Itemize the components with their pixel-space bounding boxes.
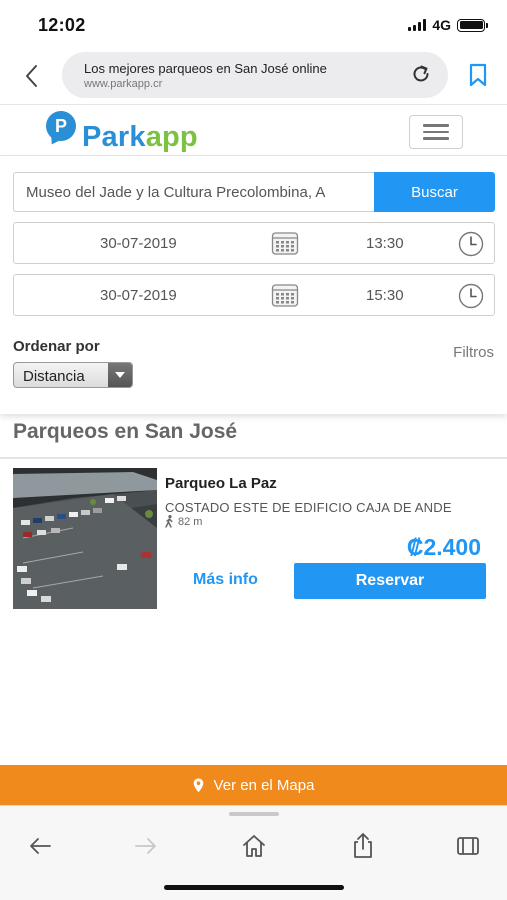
status-indicators: 4G xyxy=(408,17,488,33)
more-info-link[interactable]: Más info xyxy=(193,571,258,589)
parking-photo[interactable] xyxy=(13,468,157,609)
sort-select[interactable]: Distancia xyxy=(13,362,133,388)
chevron-left-icon[interactable] xyxy=(18,62,44,90)
menu-toggle-button[interactable] xyxy=(409,115,463,149)
map-pin-icon xyxy=(193,778,203,792)
calendar-icon[interactable] xyxy=(271,282,299,308)
url-field[interactable]: Los mejores parqueos en San José online … xyxy=(62,52,448,98)
calendar-icon[interactable] xyxy=(271,230,299,256)
destination-input[interactable] xyxy=(13,172,374,212)
back-arrow-icon[interactable] xyxy=(26,832,54,860)
tabs-icon[interactable] xyxy=(454,832,482,860)
page-title: Los mejores parqueos en San José online xyxy=(84,61,327,76)
section-divider xyxy=(0,457,507,459)
share-icon[interactable] xyxy=(349,832,377,860)
logo-word-park: Park xyxy=(82,120,146,153)
clock-icon[interactable] xyxy=(458,231,484,257)
parking-distance-value: 82 m xyxy=(178,515,203,528)
results-section-title: Parqueos en San José xyxy=(13,420,238,443)
reserve-button[interactable]: Reservar xyxy=(294,563,486,599)
sort-selected-value: Distancia xyxy=(23,368,85,385)
search-button[interactable]: Buscar xyxy=(374,172,495,212)
logo-word-app: app xyxy=(145,120,198,153)
exit-date[interactable]: 30-07-2019 xyxy=(100,287,177,304)
battery-icon xyxy=(457,18,488,32)
search-panel: Buscar 30-07-2019 13:30 30-07-2019 xyxy=(0,156,507,414)
bookmark-icon[interactable] xyxy=(467,62,489,88)
filters-link[interactable]: Filtros xyxy=(453,344,494,361)
parking-address: COSTADO ESTE DE EDIFICIO CAJA DE ANDE xyxy=(165,500,452,515)
sort-label: Ordenar por xyxy=(13,338,100,355)
view-map-label: Ver en el Mapa xyxy=(213,776,315,794)
parking-name[interactable]: Parqueo La Paz xyxy=(165,475,277,492)
browser-address-bar: Los mejores parqueos en San José online … xyxy=(0,48,507,104)
hamburger-icon-line xyxy=(423,137,449,140)
parking-price: ₡2.400 xyxy=(406,534,481,560)
view-map-button[interactable]: Ver en el Mapa xyxy=(0,765,507,805)
site-header: P Parkapp xyxy=(0,104,507,156)
home-indicator[interactable] xyxy=(164,885,344,890)
hamburger-icon-line xyxy=(423,124,449,127)
entry-datetime-field[interactable]: 30-07-2019 13:30 xyxy=(13,222,495,264)
parkapp-logo[interactable]: P Parkapp xyxy=(46,111,198,154)
page-host: www.parkapp.cr xyxy=(84,78,163,90)
exit-time[interactable]: 15:30 xyxy=(366,287,404,304)
entry-date[interactable]: 30-07-2019 xyxy=(100,235,177,252)
clock-icon[interactable] xyxy=(458,283,484,309)
hamburger-icon-line xyxy=(423,130,449,134)
status-time: 12:02 xyxy=(38,15,86,35)
logo-wordmark: Parkapp xyxy=(82,121,198,154)
chevron-down-icon xyxy=(108,363,132,387)
status-bar: 12:02 4G xyxy=(0,0,507,48)
forward-arrow-icon[interactable] xyxy=(132,832,160,860)
entry-time[interactable]: 13:30 xyxy=(366,235,404,252)
exit-datetime-field[interactable]: 30-07-2019 15:30 xyxy=(13,274,495,316)
home-icon[interactable] xyxy=(240,832,268,860)
reload-icon[interactable] xyxy=(410,63,432,85)
signal-icon xyxy=(408,19,427,31)
parking-card: Parqueo La Paz COSTADO ESTE DE EDIFICIO … xyxy=(0,466,507,614)
screen: 12:02 4G Los mejores parqueos en San Jos… xyxy=(0,0,507,900)
parking-distance: 82 m xyxy=(165,515,202,528)
walking-person-icon xyxy=(165,515,173,528)
toolbar-grabber[interactable] xyxy=(229,812,279,816)
network-type: 4G xyxy=(432,17,451,33)
logo-pin-icon: P xyxy=(46,111,76,141)
